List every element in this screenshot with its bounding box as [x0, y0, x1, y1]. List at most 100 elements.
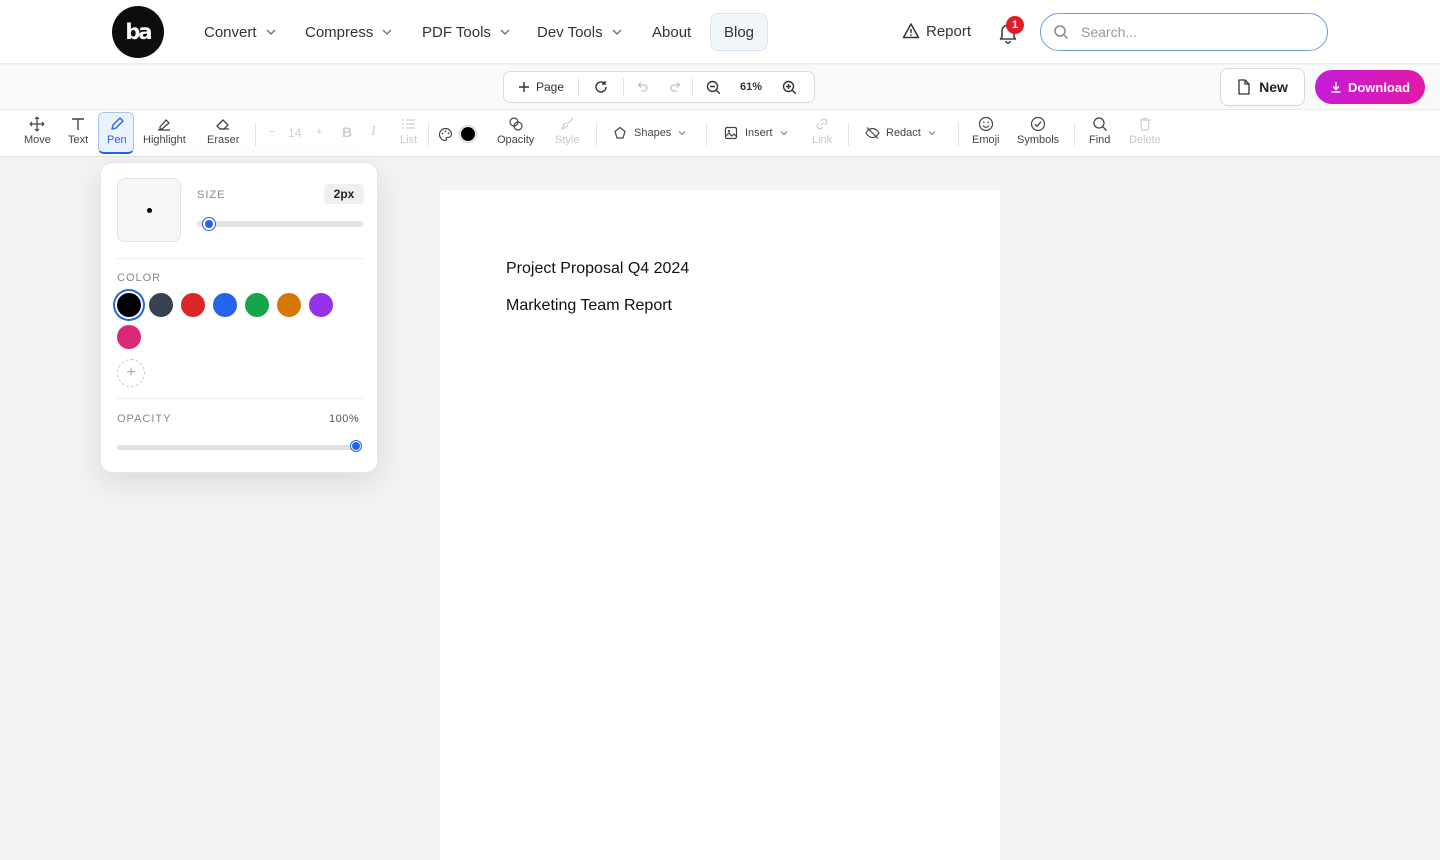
list-icon	[401, 119, 415, 129]
brand-logo-text: ba	[125, 20, 152, 44]
divider	[848, 122, 849, 146]
stroke-preview-dot	[146, 207, 152, 213]
emoji-icon	[978, 116, 993, 132]
tool-link[interactable]: Link	[812, 116, 832, 146]
color-swatch[interactable]	[309, 293, 333, 317]
chevron-down-icon	[612, 29, 622, 36]
tool-list-label: List	[400, 134, 418, 146]
tool-text-label: Text	[68, 134, 89, 146]
report-label: Report	[926, 22, 972, 40]
tool-highlight[interactable]: Highlight	[143, 116, 186, 146]
tool-style-label: Style	[555, 134, 580, 146]
refresh-button[interactable]	[579, 72, 623, 102]
refresh-icon	[595, 81, 607, 93]
size-label: SIZE	[197, 189, 226, 201]
document-text-line[interactable]: Marketing Team Report	[506, 297, 672, 315]
search-box[interactable]	[1040, 13, 1328, 51]
nav-compress-label: Compress	[305, 23, 374, 41]
download-button[interactable]: Download	[1315, 70, 1425, 104]
document-controls-bar: Page 61% New Download	[0, 65, 1440, 109]
add-color-button[interactable]: +	[117, 359, 145, 387]
color-swatch[interactable]	[117, 293, 141, 317]
shapes-label: Shapes	[634, 127, 672, 139]
font-size-value[interactable]: 14	[288, 126, 301, 140]
eraser-icon	[216, 119, 230, 130]
nav-dev-tools[interactable]: Dev Tools	[537, 22, 623, 42]
search-input[interactable]	[1081, 24, 1301, 40]
shapes-icon	[614, 126, 626, 139]
zoom-level: 61%	[739, 81, 763, 93]
pen-settings-panel: SIZE 2px COLOR + OPACITY 100%	[100, 162, 378, 473]
nav-compress[interactable]: Compress	[305, 22, 393, 42]
tool-eraser[interactable]: Eraser	[207, 116, 239, 146]
color-swatch[interactable]	[245, 293, 269, 317]
top-navigation: ba Convert Compress PDF Tools Dev Tools …	[0, 0, 1440, 64]
tool-list[interactable]: List	[400, 116, 417, 146]
image-icon	[724, 126, 738, 140]
brush-icon	[561, 117, 574, 131]
tool-symbols-label: Symbols	[1017, 134, 1060, 146]
tool-find[interactable]: Find	[1089, 116, 1110, 146]
size-slider-track[interactable]	[197, 218, 363, 230]
bold-icon[interactable]: B	[342, 124, 352, 140]
tool-emoji[interactable]: Emoji	[972, 116, 1000, 146]
chevron-down-icon	[928, 131, 936, 136]
tool-opacity[interactable]: Opacity	[497, 116, 534, 146]
new-document-button[interactable]: New	[1220, 68, 1305, 106]
nav-blog-label: Blog	[723, 23, 755, 41]
shapes-dropdown[interactable]: Shapes	[613, 126, 687, 140]
nav-pdf-tools-label: PDF Tools	[422, 23, 491, 41]
tool-pen[interactable]: Pen	[107, 116, 127, 146]
color-swatch[interactable]	[181, 293, 205, 317]
divider	[958, 122, 959, 146]
undo-button[interactable]	[624, 72, 660, 102]
nav-about-label: About	[652, 23, 692, 41]
tool-text[interactable]: Text	[68, 116, 88, 146]
add-page-label: Page	[535, 80, 565, 94]
report-button[interactable]: Report	[902, 22, 971, 40]
divider	[117, 258, 363, 259]
opacity-value: 100%	[329, 413, 360, 425]
tool-style[interactable]: Style	[555, 116, 579, 146]
divider	[706, 122, 707, 146]
size-slider-thumb[interactable]	[203, 218, 216, 230]
tool-move[interactable]: Move	[24, 116, 51, 146]
chevron-down-icon	[500, 29, 510, 36]
color-swatch[interactable]	[277, 293, 301, 317]
redo-button[interactable]	[660, 72, 692, 102]
palette-icon[interactable]	[438, 127, 453, 142]
tool-symbols[interactable]: Symbols	[1017, 116, 1059, 146]
plus-icon	[518, 82, 529, 92]
opacity-slider-thumb[interactable]	[351, 441, 361, 451]
add-page-button[interactable]: Page	[504, 72, 578, 102]
nav-convert[interactable]: Convert	[204, 22, 277, 42]
zoom-out-icon	[706, 80, 720, 94]
font-size-increase[interactable]: +	[316, 126, 322, 138]
divider	[596, 122, 597, 146]
document-text-line[interactable]: Project Proposal Q4 2024	[506, 260, 689, 278]
color-swatch[interactable]	[213, 293, 237, 317]
document-page[interactable]: Project Proposal Q4 2024 Marketing Team …	[440, 190, 1000, 860]
opacity-slider-track[interactable]	[117, 441, 361, 451]
font-size-decrease[interactable]: −	[269, 126, 275, 138]
nav-blog[interactable]: Blog	[710, 13, 768, 51]
zoom-in-button[interactable]	[769, 72, 809, 102]
italic-icon[interactable]: I	[371, 124, 376, 140]
nav-pdf-tools[interactable]: PDF Tools	[422, 22, 511, 42]
chevron-down-icon	[266, 29, 276, 36]
brand-logo[interactable]: ba	[112, 6, 164, 58]
tool-link-label: Link	[812, 134, 833, 146]
zoom-out-button[interactable]	[693, 72, 733, 102]
divider	[1074, 122, 1075, 146]
highlighter-icon	[158, 119, 171, 131]
zoom-in-icon	[782, 80, 796, 94]
nav-about[interactable]: About	[652, 22, 691, 42]
search-icon	[1093, 117, 1107, 131]
insert-dropdown[interactable]: Insert	[724, 126, 789, 140]
color-swatch[interactable]	[149, 293, 173, 317]
current-color-swatch[interactable]	[459, 125, 477, 143]
tool-delete[interactable]: Delete	[1129, 116, 1161, 146]
color-swatch[interactable]	[117, 325, 141, 349]
redact-dropdown[interactable]: Redact	[865, 126, 937, 140]
nav-convert-label: Convert	[204, 23, 257, 41]
